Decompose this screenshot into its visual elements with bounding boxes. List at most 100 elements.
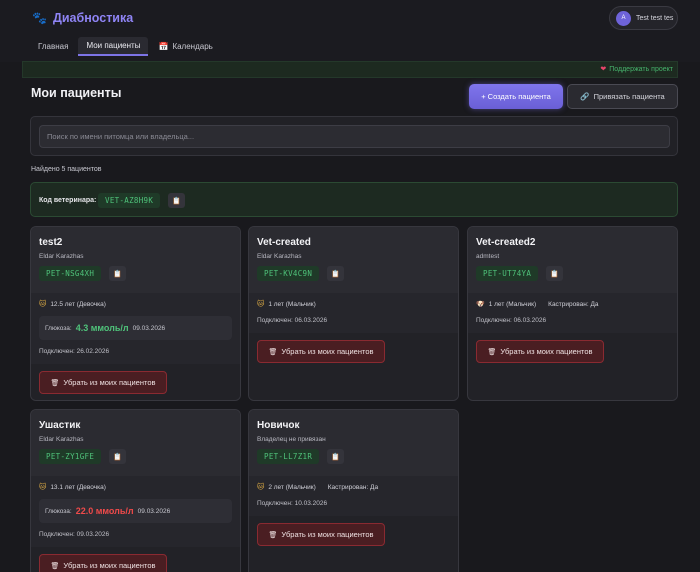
page-title: Мои пациенты (31, 86, 122, 100)
support-link[interactable]: ❤ Поддержать проект (600, 65, 673, 74)
owner-name: Владелец не привязан (257, 436, 326, 443)
pet-code: PET-ZY1GFE (39, 449, 102, 464)
main-nav: Главная Мои пациенты 📅 Календарь (30, 37, 223, 56)
remove-patient-button[interactable]: 🗑 Убрать из моих пациентов (257, 523, 385, 546)
pet-age-sex: 1 лет (Мальчик) (488, 300, 537, 308)
patient-card-header: Vet-created2 admtest PET-UT74YA 📋 (468, 227, 677, 293)
pet-info: 🐱 1 лет (Мальчик) (257, 300, 316, 309)
glucose-label: Глюкоза: (45, 507, 72, 515)
cat-icon: 🐱 (257, 301, 265, 308)
trash-icon: 🗑 (487, 348, 497, 356)
owner-name: Eldar Karazhas (39, 253, 84, 260)
user-menu[interactable]: A Test test tes (609, 6, 678, 30)
pet-code: PET-UT74YA (476, 266, 539, 281)
remove-patient-button[interactable]: 🗑 Убрать из моих пациентов (39, 554, 167, 572)
pet-code: PET-KV4C9N (257, 266, 320, 281)
patient-card: Новичок Владелец не привязан PET-LL7Z1R … (248, 409, 459, 572)
glucose-value: 22.0 ммоль/л (75, 506, 134, 516)
glucose-date: 09.03.2026 (132, 324, 166, 332)
patient-card-footer: 🗑 Убрать из моих пациентов (249, 516, 458, 572)
results-count: Найдено 5 пациентов (31, 166, 102, 173)
patient-card: Ушастик Eldar Karazhas PET-ZY1GFE 📋 🐱 13… (30, 409, 241, 572)
remove-patient-button[interactable]: 🗑 Убрать из моих пациентов (476, 340, 604, 363)
castrated-status: Кастрирован: Да (327, 483, 379, 491)
glucose-label: Глюкоза: (45, 324, 72, 332)
pet-name[interactable]: Vet-created2 (476, 237, 535, 248)
pet-info: 🐶 1 лет (Мальчик) Кастрирован: Да (476, 300, 598, 309)
tab-my-patients[interactable]: Мои пациенты (78, 37, 149, 56)
clipboard-icon: 📋 (113, 453, 122, 461)
patient-card: Vet-created2 admtest PET-UT74YA 📋 🐶 1 ле… (467, 226, 678, 401)
trash-icon: 🗑 (268, 348, 278, 356)
remove-patient-label: Убрать из моих пациентов (63, 378, 156, 387)
trash-icon: 🗑 (50, 562, 60, 570)
cat-icon: 🐱 (39, 484, 47, 491)
vet-code-panel: Код ветеринара: VET-AZ8H9K 📋 (30, 182, 678, 217)
copy-pet-code-button[interactable]: 📋 (327, 266, 344, 281)
tab-calendar[interactable]: 📅 Календарь (150, 37, 220, 56)
connected-date: Подключен: 10.03.2026 (257, 500, 328, 507)
pet-age-sex: 1 лет (Мальчик) (268, 300, 316, 308)
link-patient-label: Привязать пациента (593, 92, 665, 101)
vet-code: VET-AZ8H9K (98, 193, 161, 208)
tab-my-patients-label: Мои пациенты (86, 41, 141, 50)
patient-card: Vet-created Eldar Karazhas PET-KV4C9N 📋 … (248, 226, 459, 401)
tab-home-label: Главная (38, 42, 69, 51)
clipboard-icon: 📋 (172, 197, 181, 205)
pet-name[interactable]: test2 (39, 237, 62, 248)
connected-date: Подключен: 06.03.2026 (476, 317, 547, 324)
clipboard-icon: 📋 (331, 270, 340, 278)
copy-pet-code-button[interactable]: 📋 (546, 266, 563, 281)
app-header: 🐾 Диабностика A Test test tes Главная Мо… (0, 0, 700, 62)
search-input[interactable] (39, 125, 670, 148)
link-patient-button[interactable]: 🔗 Привязать пациента (567, 84, 678, 109)
copy-vet-code-button[interactable]: 📋 (168, 193, 185, 208)
remove-patient-label: Убрать из моих пациентов (281, 530, 374, 539)
vet-code-label: Код ветеринара: (39, 197, 97, 204)
cat-icon: 🐱 (39, 301, 47, 308)
copy-pet-code-button[interactable]: 📋 (109, 266, 126, 281)
pet-age-sex: 2 лет (Мальчик) (268, 483, 316, 491)
patient-card-footer: 🗑 Убрать из моих пациентов (31, 364, 240, 400)
remove-patient-button[interactable]: 🗑 Убрать из моих пациентов (39, 371, 167, 394)
paw-icon: 🐾 (32, 11, 47, 25)
pet-name[interactable]: Новичок (257, 420, 300, 431)
pet-info: 🐱 12.5 лет (Девочка) (39, 300, 106, 309)
remove-patient-label: Убрать из моих пациентов (63, 561, 156, 570)
clipboard-icon: 📋 (331, 453, 340, 461)
tab-home[interactable]: Главная (30, 37, 76, 56)
patient-card-footer: 🗑 Убрать из моих пациентов (468, 333, 677, 400)
create-patient-button[interactable]: + Создать пациента (469, 84, 563, 109)
glucose-date: 09.03.2026 (137, 507, 171, 515)
app-title: Диабностика (52, 11, 134, 25)
clipboard-icon: 📋 (550, 270, 559, 278)
support-label: Поддержать проект (609, 65, 673, 73)
avatar: A (616, 10, 631, 26)
remove-patient-button[interactable]: 🗑 Убрать из моих пациентов (257, 340, 385, 363)
pet-name[interactable]: Vet-created (257, 237, 311, 248)
brand[interactable]: 🐾 Диабностика (32, 11, 133, 25)
copy-pet-code-button[interactable]: 📋 (327, 449, 344, 464)
pet-info: 🐱 2 лет (Мальчик) Кастрирован: Да (257, 483, 379, 492)
patient-card: test2 Eldar Karazhas PET-NSG4XH 📋 🐱 12.5… (30, 226, 241, 401)
remove-patient-label: Убрать из моих пациентов (500, 347, 593, 356)
pet-info: 🐱 13.1 лет (Девочка) (39, 483, 106, 492)
patient-card-header: Ушастик Eldar Karazhas PET-ZY1GFE 📋 (31, 410, 240, 476)
heart-icon: ❤ (600, 66, 607, 73)
owner-name: Eldar Karazhas (257, 253, 302, 260)
pet-age-sex: 13.1 лет (Девочка) (50, 483, 106, 491)
cat-icon: 🐱 (257, 484, 265, 491)
owner-name: Eldar Karazhas (39, 436, 84, 443)
clipboard-icon: 📋 (113, 270, 122, 278)
pet-name[interactable]: Ушастик (39, 420, 80, 431)
calendar-icon: 📅 (158, 42, 169, 51)
glucose-box: Глюкоза: 4.3 ммоль/л 09.03.2026 (39, 316, 232, 340)
tab-calendar-label: Календарь (172, 42, 213, 51)
patient-card-header: Новичок Владелец не привязан PET-LL7Z1R … (249, 410, 458, 476)
trash-icon: 🗑 (50, 379, 60, 387)
pet-age-sex: 12.5 лет (Девочка) (50, 300, 106, 308)
support-bar: ❤ Поддержать проект (22, 61, 678, 78)
patient-card-footer: 🗑 Убрать из моих пациентов (249, 333, 458, 400)
copy-pet-code-button[interactable]: 📋 (109, 449, 126, 464)
link-icon: 🔗 (580, 92, 590, 101)
